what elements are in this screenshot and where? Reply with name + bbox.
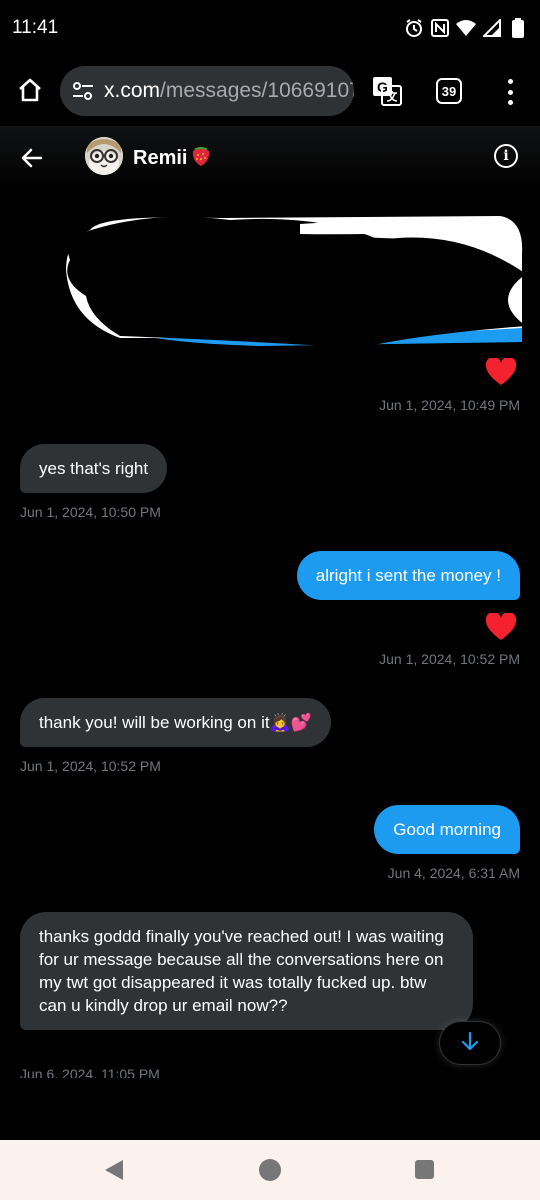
incoming-message-bubble[interactable]: thanks goddd finally you've reached out!… xyxy=(20,912,473,1030)
address-bar[interactable]: x.com/messages/10669107 xyxy=(60,66,354,116)
message-text: thanks goddd finally you've reached out!… xyxy=(39,927,444,1015)
scroll-to-bottom-button[interactable] xyxy=(439,1021,501,1065)
info-icon[interactable]: i xyxy=(494,144,518,168)
contact-name[interactable]: Remii xyxy=(133,143,212,173)
strawberry-icon xyxy=(190,143,212,173)
message-timestamp: Jun 1, 2024, 10:52 PM xyxy=(379,651,520,667)
avatar[interactable] xyxy=(85,137,123,175)
message-text: yes that's right xyxy=(39,459,149,478)
signal-icon xyxy=(482,18,502,38)
status-icons xyxy=(404,18,528,38)
nav-back-icon[interactable] xyxy=(104,1159,124,1186)
heart-reaction-icon[interactable] xyxy=(485,611,517,641)
message-timestamp: Jun 1, 2024, 10:49 PM xyxy=(379,397,520,413)
heart-reaction-icon[interactable] xyxy=(485,356,517,386)
contact-name-text: Remii xyxy=(133,146,188,169)
nav-recents-icon[interactable] xyxy=(415,1160,434,1179)
incoming-message-bubble[interactable]: yes that's right xyxy=(20,444,168,493)
arrow-down-icon xyxy=(461,1031,479,1056)
back-arrow-icon[interactable] xyxy=(18,144,46,172)
url-host: x.com xyxy=(104,79,161,102)
nav-home-icon[interactable] xyxy=(259,1159,281,1181)
message-list[interactable]: Jun 1, 2024, 10:49 PM yes that's right J… xyxy=(0,188,540,1078)
message-text: thank you! will be working on it🙇‍♀️💕 xyxy=(39,713,312,732)
incoming-message-bubble[interactable]: thank you! will be working on it🙇‍♀️💕 xyxy=(20,698,331,747)
url-path: /messages/10669107 xyxy=(160,79,354,102)
message-timestamp: Jun 6, 2024, 11:05 PM xyxy=(20,1066,160,1078)
message-timestamp: Jun 4, 2024, 6:31 AM xyxy=(387,865,520,881)
message-timestamp: Jun 1, 2024, 10:50 PM xyxy=(20,504,161,520)
alarm-icon xyxy=(404,18,424,38)
wifi-icon xyxy=(456,18,476,38)
system-nav-bar xyxy=(0,1140,540,1200)
message-text: Good morning xyxy=(393,820,501,839)
tab-count: 39 xyxy=(441,83,457,99)
browser-toolbar: x.com/messages/10669107 G 39 xyxy=(0,56,540,126)
url-text: x.com/messages/10669107 xyxy=(104,79,354,103)
home-icon[interactable] xyxy=(14,74,46,106)
more-vert-icon[interactable] xyxy=(498,76,522,108)
status-time: 11:41 xyxy=(12,17,59,38)
tune-icon[interactable] xyxy=(70,78,96,104)
message-timestamp: Jun 1, 2024, 10:52 PM xyxy=(20,758,161,774)
outgoing-message-bubble[interactable]: Good morning xyxy=(374,805,520,854)
status-bar: 11:41 xyxy=(0,0,540,56)
message-text: alright i sent the money ! xyxy=(315,566,501,585)
nfc-icon xyxy=(430,18,450,38)
translate-icon[interactable]: G xyxy=(370,74,404,108)
tab-switcher-button[interactable]: 39 xyxy=(436,78,462,104)
outgoing-message-bubble[interactable]: alright i sent the money ! xyxy=(296,551,520,600)
battery-icon xyxy=(508,18,528,38)
redacted-message-bubble xyxy=(60,210,526,350)
conversation-header: Remii i xyxy=(0,126,540,188)
